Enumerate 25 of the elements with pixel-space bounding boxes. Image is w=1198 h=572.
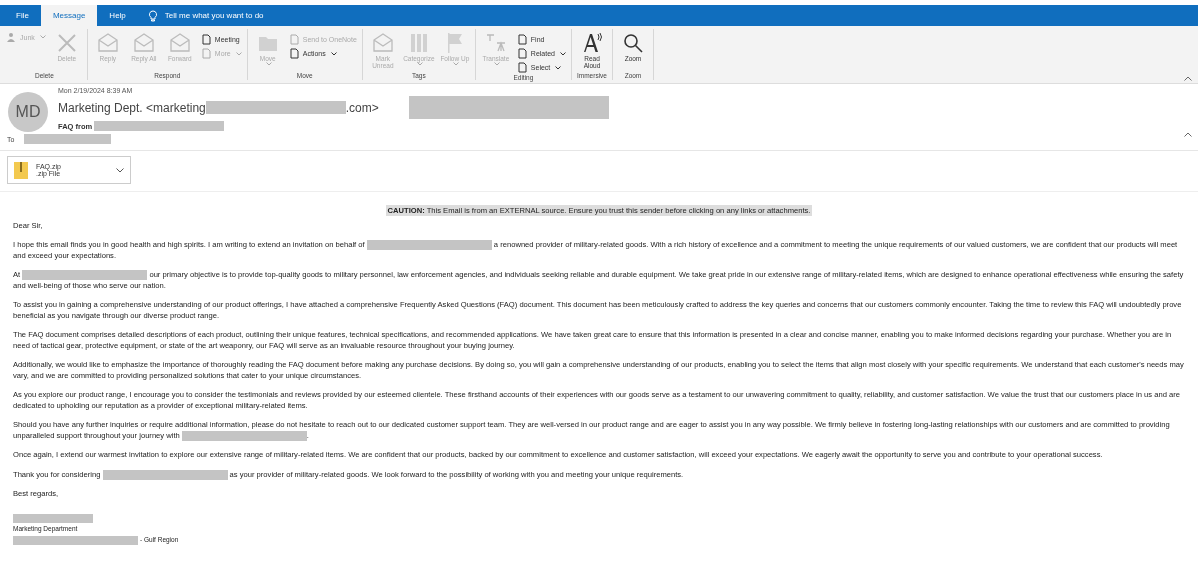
envelope-icon — [167, 31, 192, 55]
document-icon — [288, 34, 300, 45]
document-icon — [200, 48, 212, 59]
document-icon — [200, 34, 212, 45]
zip-folder-icon — [14, 161, 28, 179]
envelope-icon — [95, 31, 120, 55]
chevron-icon — [116, 167, 124, 173]
document-icon — [516, 48, 528, 59]
sender-name: Marketing Dept. <marketing — [58, 100, 206, 115]
person-icon — [7, 32, 17, 42]
ribbon-tab[interactable]: Message — [40, 5, 98, 26]
search-icon — [621, 31, 645, 55]
avatar: MD — [8, 92, 48, 132]
lightbulb-icon — [147, 9, 158, 22]
collapse-ribbon-icon[interactable] — [1184, 76, 1192, 81]
ribbon-tab[interactable]: Help — [97, 5, 138, 26]
envelope-icon — [131, 31, 156, 55]
sender-domain: .com> — [345, 100, 379, 115]
tell-me-field[interactable]: Tell me what you want to do — [162, 10, 317, 21]
document-icon — [516, 34, 528, 45]
envelope-icon — [370, 31, 395, 55]
document-icon — [516, 62, 528, 73]
collapse-icon[interactable] — [1184, 132, 1192, 137]
ribbon-tab[interactable]: File — [4, 5, 41, 26]
document-icon — [288, 48, 300, 59]
